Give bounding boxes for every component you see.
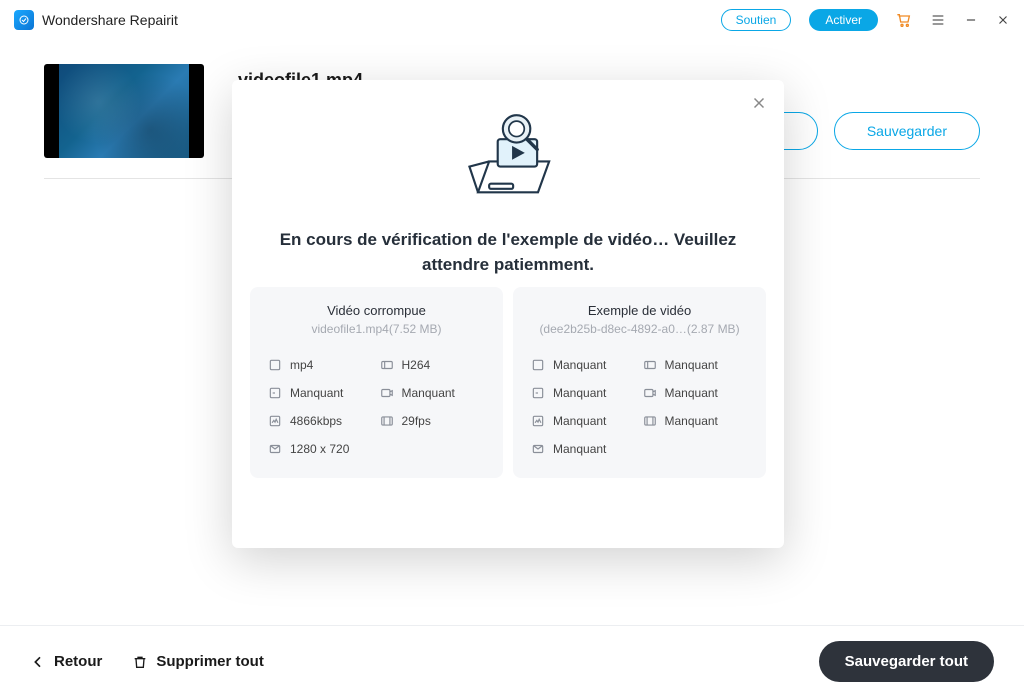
- sample-panel-title: Exemple de vidéo: [531, 303, 748, 318]
- attr-item: Manquant: [531, 442, 637, 456]
- attr-item: Manquant: [531, 358, 637, 372]
- app-logo-icon: [14, 10, 34, 30]
- attr-item: mp4: [268, 358, 374, 372]
- delete-all-label: Supprimer tout: [156, 653, 264, 670]
- attr-item: Manquant: [643, 358, 749, 372]
- attr-item: Manquant: [643, 386, 749, 400]
- attr-value: 4866kbps: [290, 414, 342, 428]
- attr-item: H264: [380, 358, 486, 372]
- attr-value: Manquant: [402, 386, 455, 400]
- minimize-window-icon[interactable]: [964, 13, 978, 27]
- attr-value: Manquant: [665, 358, 718, 372]
- close-window-icon[interactable]: [996, 13, 1010, 27]
- back-button[interactable]: Retour: [30, 653, 102, 670]
- menu-icon[interactable]: [930, 12, 946, 28]
- attr-value: Manquant: [290, 386, 343, 400]
- attr-value: Manquant: [553, 386, 606, 400]
- corrupt-panel-title: Vidéo corrompue: [268, 303, 485, 318]
- sample-panel-sub: (dee2b25b-d8ec-4892-a0…(2.87 MB): [531, 322, 748, 336]
- footer: Retour Supprimer tout Sauvegarder tout: [0, 625, 1024, 697]
- save-all-button[interactable]: Sauvegarder tout: [819, 641, 994, 682]
- corrupt-video-panel: Vidéo corrompue videofile1.mp4(7.52 MB) …: [250, 287, 503, 478]
- attr-value: mp4: [290, 358, 313, 372]
- close-icon[interactable]: [750, 94, 768, 112]
- attr-value: Manquant: [665, 414, 718, 428]
- attr-item: Manquant: [643, 414, 749, 428]
- attr-item: Manquant: [531, 414, 637, 428]
- activate-button[interactable]: Activer: [809, 9, 878, 31]
- attr-item: 29fps: [380, 414, 486, 428]
- attr-value: H264: [402, 358, 431, 372]
- attr-item: Manquant: [380, 386, 486, 400]
- attr-value: Manquant: [553, 358, 606, 372]
- modal-heading: En cours de vérification de l'exemple de…: [250, 228, 766, 277]
- cart-icon[interactable]: [896, 12, 912, 28]
- sample-video-panel: Exemple de vidéo (dee2b25b-d8ec-4892-a0……: [513, 287, 766, 478]
- corrupt-panel-sub: videofile1.mp4(7.52 MB): [268, 322, 485, 336]
- attr-item: 1280 x 720: [268, 442, 374, 456]
- support-button[interactable]: Soutien: [721, 9, 792, 31]
- back-label: Retour: [54, 653, 102, 670]
- titlebar-right: Soutien Activer: [721, 9, 1010, 31]
- attr-value: 29fps: [402, 414, 431, 428]
- modal-illustration-icon: [250, 98, 766, 218]
- attr-item: 4866kbps: [268, 414, 374, 428]
- delete-all-button[interactable]: Supprimer tout: [132, 653, 264, 670]
- video-thumbnail[interactable]: [44, 64, 204, 158]
- attr-item: Manquant: [268, 386, 374, 400]
- attr-item: Manquant: [531, 386, 637, 400]
- attr-value: Manquant: [553, 442, 606, 456]
- app-title: Wondershare Repairit: [42, 12, 178, 28]
- row-actions: er Sauvegarder: [752, 112, 980, 150]
- save-button[interactable]: Sauvegarder: [834, 112, 980, 150]
- attr-value: 1280 x 720: [290, 442, 349, 456]
- verification-modal: En cours de vérification de l'exemple de…: [232, 80, 784, 548]
- titlebar: Wondershare Repairit Soutien Activer: [0, 0, 1024, 40]
- attr-value: Manquant: [665, 386, 718, 400]
- attr-value: Manquant: [553, 414, 606, 428]
